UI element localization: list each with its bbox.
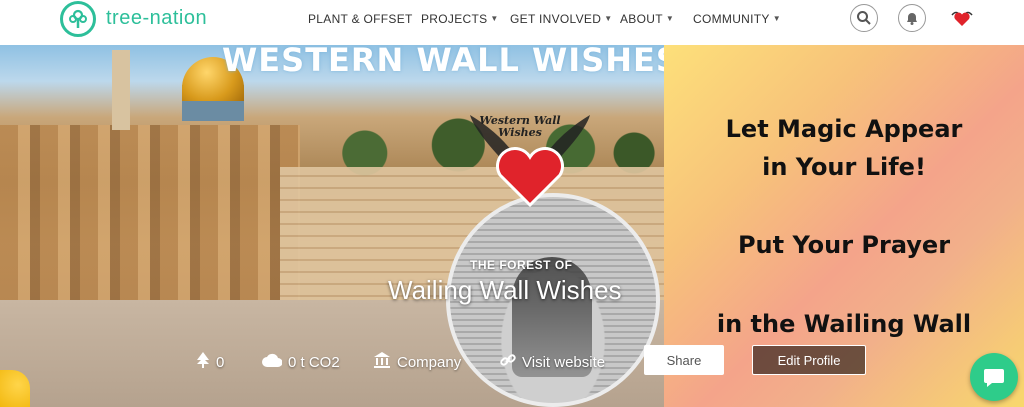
chat-icon[interactable] <box>970 353 1018 401</box>
search-icon[interactable] <box>850 4 878 32</box>
tree-icon <box>196 352 210 372</box>
top-navbar: tree-nation PLANT & OFFSET PROJECTS ▼ GET… <box>0 0 1024 45</box>
brand-name: tree-nation <box>106 7 208 29</box>
trees-count: 0 <box>216 353 225 371</box>
co2-stat: 0 t CO2 <box>262 351 340 373</box>
visit-website-label: Visit website <box>522 353 606 371</box>
chevron-down-icon: ▼ <box>772 14 781 23</box>
emoji-sticker <box>0 370 30 407</box>
bell-icon[interactable] <box>898 4 926 32</box>
menu-plant-offset[interactable]: PLANT & OFFSET <box>308 12 413 26</box>
minaret <box>112 50 130 130</box>
visit-website-link[interactable]: Visit website <box>500 351 605 373</box>
tree-logo-icon <box>60 0 96 37</box>
menu-about[interactable]: ABOUT ▼ <box>620 12 674 26</box>
panel-line: in the Wailing Wall <box>716 310 972 338</box>
menu-community[interactable]: COMMUNITY ▼ <box>693 12 781 26</box>
brand-logo[interactable]: tree-nation <box>60 0 207 37</box>
menu-label: PLANT & OFFSET <box>308 11 413 26</box>
menu-label: PROJECTS <box>421 11 488 26</box>
chevron-down-icon: ▼ <box>604 14 613 23</box>
chevron-down-icon: ▼ <box>665 14 675 23</box>
forest-subtitle: THE FOREST OF <box>470 258 573 272</box>
forest-title: Wailing Wall Wishes <box>388 275 622 305</box>
building-icon <box>373 352 391 372</box>
logo-text: Western Wall Wishes <box>479 114 561 139</box>
type-value: Company <box>397 353 462 371</box>
panel-line: Put Your Prayer <box>737 231 951 259</box>
menu-get-involved[interactable]: GET INVOLVED ▼ <box>510 12 612 26</box>
menu-label: COMMUNITY <box>693 11 770 26</box>
link-icon <box>500 352 516 372</box>
panel-line: Let Magic Appear <box>725 115 963 143</box>
chevron-down-icon: ▼ <box>490 14 499 23</box>
panel-line: in Your Life! <box>762 153 926 181</box>
co2-value: 0 t CO2 <box>288 353 340 371</box>
share-button[interactable]: Share <box>644 345 724 375</box>
type-stat: Company <box>373 351 461 373</box>
menu-projects[interactable]: PROJECTS ▼ <box>421 12 499 26</box>
menu-label: ABOUT <box>620 11 663 26</box>
profile-hero: WESTERN WALL WISHES Let Magic Appear in … <box>0 45 1024 407</box>
cloud-icon <box>262 353 283 371</box>
menu-label: GET INVOLVED <box>510 11 602 26</box>
cover-banner-title: WESTERN WALL WISHES <box>222 45 680 79</box>
user-avatar[interactable] <box>948 4 976 32</box>
trees-stat: 0 <box>196 351 224 373</box>
nav-actions <box>850 4 976 32</box>
edit-profile-button[interactable]: Edit Profile <box>752 345 866 375</box>
